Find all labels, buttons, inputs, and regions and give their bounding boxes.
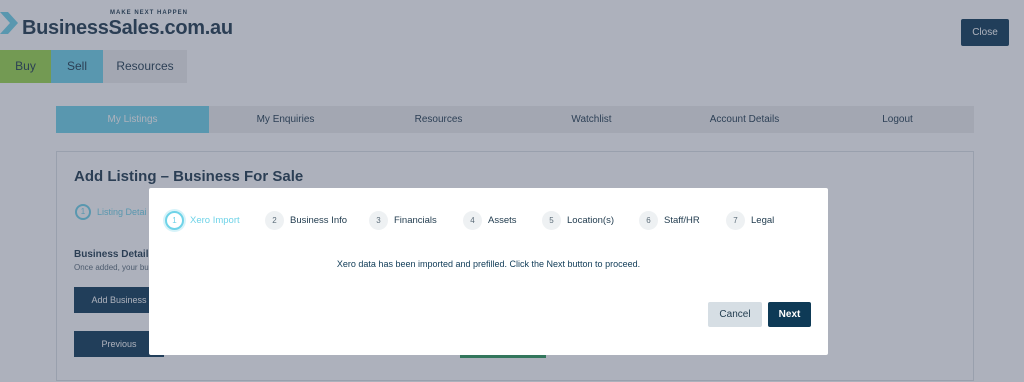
step-number: 7 xyxy=(726,210,745,230)
step-number: 4 xyxy=(463,210,482,230)
step-label: Location(s) xyxy=(567,214,614,226)
step-label: Assets xyxy=(488,214,517,226)
next-button[interactable]: Next xyxy=(768,302,811,327)
step-number: 6 xyxy=(639,210,658,230)
step-business-info[interactable]: 2 Business Info xyxy=(265,210,347,230)
step-assets[interactable]: 4 Assets xyxy=(463,210,517,230)
xero-import-modal: 1 Xero Import 2 Business Info 3 Financia… xyxy=(149,188,828,355)
step-label: Business Info xyxy=(290,214,348,226)
step-legal[interactable]: 7 Legal xyxy=(726,210,774,230)
step-xero-import[interactable]: 1 Xero Import xyxy=(165,210,240,230)
step-number: 5 xyxy=(542,210,561,230)
step-label: Legal xyxy=(751,214,775,226)
step-label: Xero Import xyxy=(190,214,240,226)
import-status-message: Xero data has been imported and prefille… xyxy=(336,259,641,269)
cancel-button[interactable]: Cancel xyxy=(708,302,762,327)
wizard-steps: 1 Xero Import 2 Business Info 3 Financia… xyxy=(165,210,805,230)
step-number: 2 xyxy=(265,210,284,230)
step-number: 3 xyxy=(369,210,388,230)
step-locations[interactable]: 5 Location(s) xyxy=(542,210,614,230)
step-staff-hr[interactable]: 6 Staff/HR xyxy=(639,210,700,230)
step-label: Financials xyxy=(394,214,437,226)
step-financials[interactable]: 3 Financials xyxy=(369,210,437,230)
step-label: Staff/HR xyxy=(664,214,700,226)
step-number: 1 xyxy=(165,210,184,230)
